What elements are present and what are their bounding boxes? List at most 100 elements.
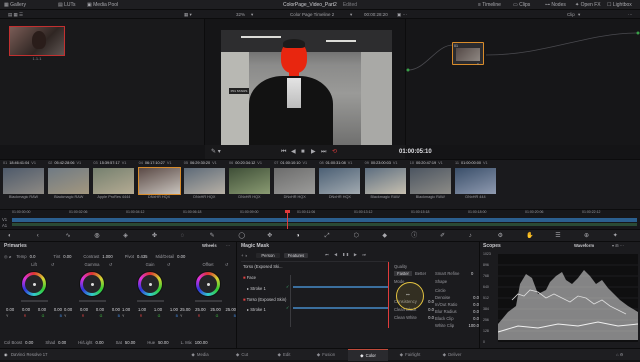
- lightbox-button[interactable]: ☐ Lightbox: [607, 0, 632, 10]
- master-wheel-slider[interactable]: [137, 300, 164, 302]
- open-fx-button[interactable]: ✦ Open FX: [575, 0, 601, 10]
- viewer-options-icon[interactable]: ▣ ⋯: [397, 10, 407, 19]
- nodes-button[interactable]: ⊶ Nodes: [545, 0, 566, 10]
- mask-track-face[interactable]: ■ Face: [243, 273, 256, 282]
- audio-icon[interactable]: ♪: [469, 232, 472, 240]
- video-track-clips[interactable]: [12, 218, 637, 222]
- mask-param-value[interactable]: 0.0: [473, 295, 479, 300]
- bottom-param-value[interactable]: 0.00: [95, 340, 103, 345]
- audio-track-clips[interactable]: [12, 223, 637, 226]
- page-tab-edit[interactable]: ◆ Edit: [264, 349, 304, 361]
- mini-timeline[interactable]: 01:00:00:00 01:00:02:06 01:00:04:12 01:00:0…: [0, 209, 640, 230]
- grab-icon[interactable]: ✋: [526, 232, 533, 240]
- eyedropper-icon[interactable]: ✐: [440, 232, 445, 240]
- curves-icon[interactable]: ∿: [66, 232, 71, 240]
- clip-thumbnail[interactable]: 01 18:46:41:04 V1 Blackmagic RAW: [2, 160, 45, 210]
- scopes-mode[interactable]: Waveform: [574, 243, 594, 248]
- tab-features[interactable]: Features: [284, 253, 308, 258]
- mask-param-value[interactable]: 0.0: [428, 307, 434, 312]
- fx-icon[interactable]: ✦: [613, 232, 618, 240]
- mask-param-value[interactable]: 100.0: [469, 323, 479, 328]
- tab-person[interactable]: Person: [256, 253, 280, 258]
- loop-icon[interactable]: ⟲: [332, 148, 337, 156]
- wheel-value[interactable]: 0.00: [64, 307, 72, 312]
- skip-forward-icon[interactable]: ⏭: [321, 148, 326, 156]
- camera-icon[interactable]: ◐: [8, 232, 12, 240]
- info-icon[interactable]: ⓘ: [411, 232, 417, 240]
- wheel-handle[interactable]: [33, 283, 36, 286]
- wheel-value[interactable]: 1.00: [170, 307, 178, 312]
- wheel-handle[interactable]: [91, 283, 94, 286]
- master-wheel-slider[interactable]: [79, 300, 106, 302]
- gallery-button[interactable]: ▦ Gallery: [4, 0, 26, 10]
- color-wheel-offset[interactable]: [195, 271, 221, 297]
- clip-thumbnail[interactable]: 07 01:00:10:10 V1 DNxHR HQX: [273, 160, 316, 210]
- sizing-icon[interactable]: ⤢: [325, 232, 330, 240]
- grid-icon[interactable]: ▦ ▾: [184, 10, 192, 19]
- quality-faster-button[interactable]: Faster: [394, 271, 412, 276]
- viewer-frame[interactable]: P01 STAIRS: [221, 30, 392, 146]
- corrector-node[interactable]: 01 ◐: [452, 42, 484, 66]
- tracker-icon[interactable]: ✥: [267, 232, 272, 240]
- auto-balance-icon[interactable]: ◎ ⌀: [4, 254, 11, 259]
- wheel-value[interactable]: 0.00: [6, 307, 14, 312]
- clips-button[interactable]: ▭ Clips: [513, 0, 530, 10]
- clip-thumbnail[interactable]: 10 00:20:47:19 V1 Blackmagic RAW: [409, 160, 452, 210]
- wheel-value[interactable]: 25.00: [180, 307, 190, 312]
- page-tab-cut[interactable]: ◆ Cut: [222, 349, 262, 361]
- page-tab-fusion[interactable]: ◆ Fusion: [306, 349, 346, 361]
- color-wheel-gain[interactable]: [137, 271, 163, 297]
- playhead-handle[interactable]: [285, 210, 290, 213]
- stroke-track-bar[interactable]: [293, 307, 389, 309]
- clip-thumbnail[interactable]: 06 00:20:34:12 V1 DNxHR HQX: [228, 160, 271, 210]
- wheel-handle[interactable]: [149, 283, 152, 286]
- motion-icon[interactable]: ✤: [152, 232, 157, 240]
- timeline-button[interactable]: ≡ Timeline: [478, 0, 501, 10]
- wheel-value[interactable]: 0.00: [22, 307, 30, 312]
- clip-thumbnail[interactable]: 11 01:00:00:00 V1 DNxHR 444: [454, 160, 497, 210]
- zoom-level[interactable]: 32%: [236, 10, 245, 19]
- mask-param-value[interactable]: 0.0: [473, 316, 479, 321]
- master-wheel-slider[interactable]: [195, 300, 222, 302]
- home-icon[interactable]: ⌂ ⚙: [616, 352, 623, 357]
- bottom-param-value[interactable]: 50.00: [125, 340, 135, 345]
- mask-track-torso-ski[interactable]: Torso (Exposed Ski...: [243, 262, 283, 271]
- mode-value[interactable]: Shape: [435, 279, 447, 284]
- wheel-value[interactable]: 25.00: [210, 307, 220, 312]
- page-tab-deliver[interactable]: ◆ Deliver: [432, 349, 472, 361]
- wheels-mode[interactable]: Wheels: [202, 243, 217, 248]
- luts-button[interactable]: ▤ LUTs: [58, 0, 76, 10]
- stop-icon[interactable]: ■: [301, 148, 305, 156]
- clip-thumbnail[interactable]: 08 01:00:31:08 V1 DNxHR HQX: [318, 160, 361, 210]
- clip-thumbnail[interactable]: 02 05:42:28:06 V1 Blackmagic RAW: [47, 160, 90, 210]
- mask-track-stroke[interactable]: ▸ Stroke 1: [247, 284, 266, 293]
- node-mode-dropdown-icon[interactable]: ▾: [578, 10, 580, 19]
- node-mode[interactable]: Clip: [567, 10, 575, 19]
- wheel-value[interactable]: 0.00: [54, 307, 62, 312]
- mask-param-value[interactable]: 0.0: [428, 299, 434, 304]
- more-icon[interactable]: ⋯: [628, 10, 633, 19]
- stroke-track-bar[interactable]: [293, 286, 389, 288]
- page-tab-media[interactable]: ◆ Media: [180, 349, 220, 361]
- tint-value[interactable]: 0.00: [63, 254, 71, 259]
- wheel-reset-icon[interactable]: ↺: [167, 262, 171, 267]
- pivot-value[interactable]: 0.435: [137, 254, 147, 259]
- bottom-param-value[interactable]: 0.00: [25, 340, 33, 345]
- wheel-handle[interactable]: [207, 283, 210, 286]
- wheel-value[interactable]: 1.00: [122, 307, 130, 312]
- chevron-icon[interactable]: ‹: [37, 232, 39, 240]
- gallery-still[interactable]: [9, 26, 65, 56]
- master-wheel-slider[interactable]: [21, 300, 48, 302]
- bottom-param-value[interactable]: 100.00: [195, 340, 208, 345]
- clip-thumbnail[interactable]: 04 06:17:10:27 V1 DNxHR HQX: [137, 160, 181, 210]
- blur-icon[interactable]: ◌: [181, 232, 185, 240]
- step-back-icon[interactable]: ◀: [291, 148, 296, 156]
- wheel-value[interactable]: 1.00: [154, 307, 162, 312]
- node-editor[interactable]: [405, 19, 640, 145]
- qualifier-icon[interactable]: ✎: [210, 232, 215, 240]
- middetail-value[interactable]: 0.00: [177, 254, 185, 259]
- wheel-value[interactable]: 0.00: [96, 307, 104, 312]
- 3d-icon[interactable]: ⬡: [354, 232, 359, 240]
- skip-back-icon[interactable]: ⏮: [281, 148, 286, 156]
- mask-param-value[interactable]: 0.0: [473, 309, 479, 314]
